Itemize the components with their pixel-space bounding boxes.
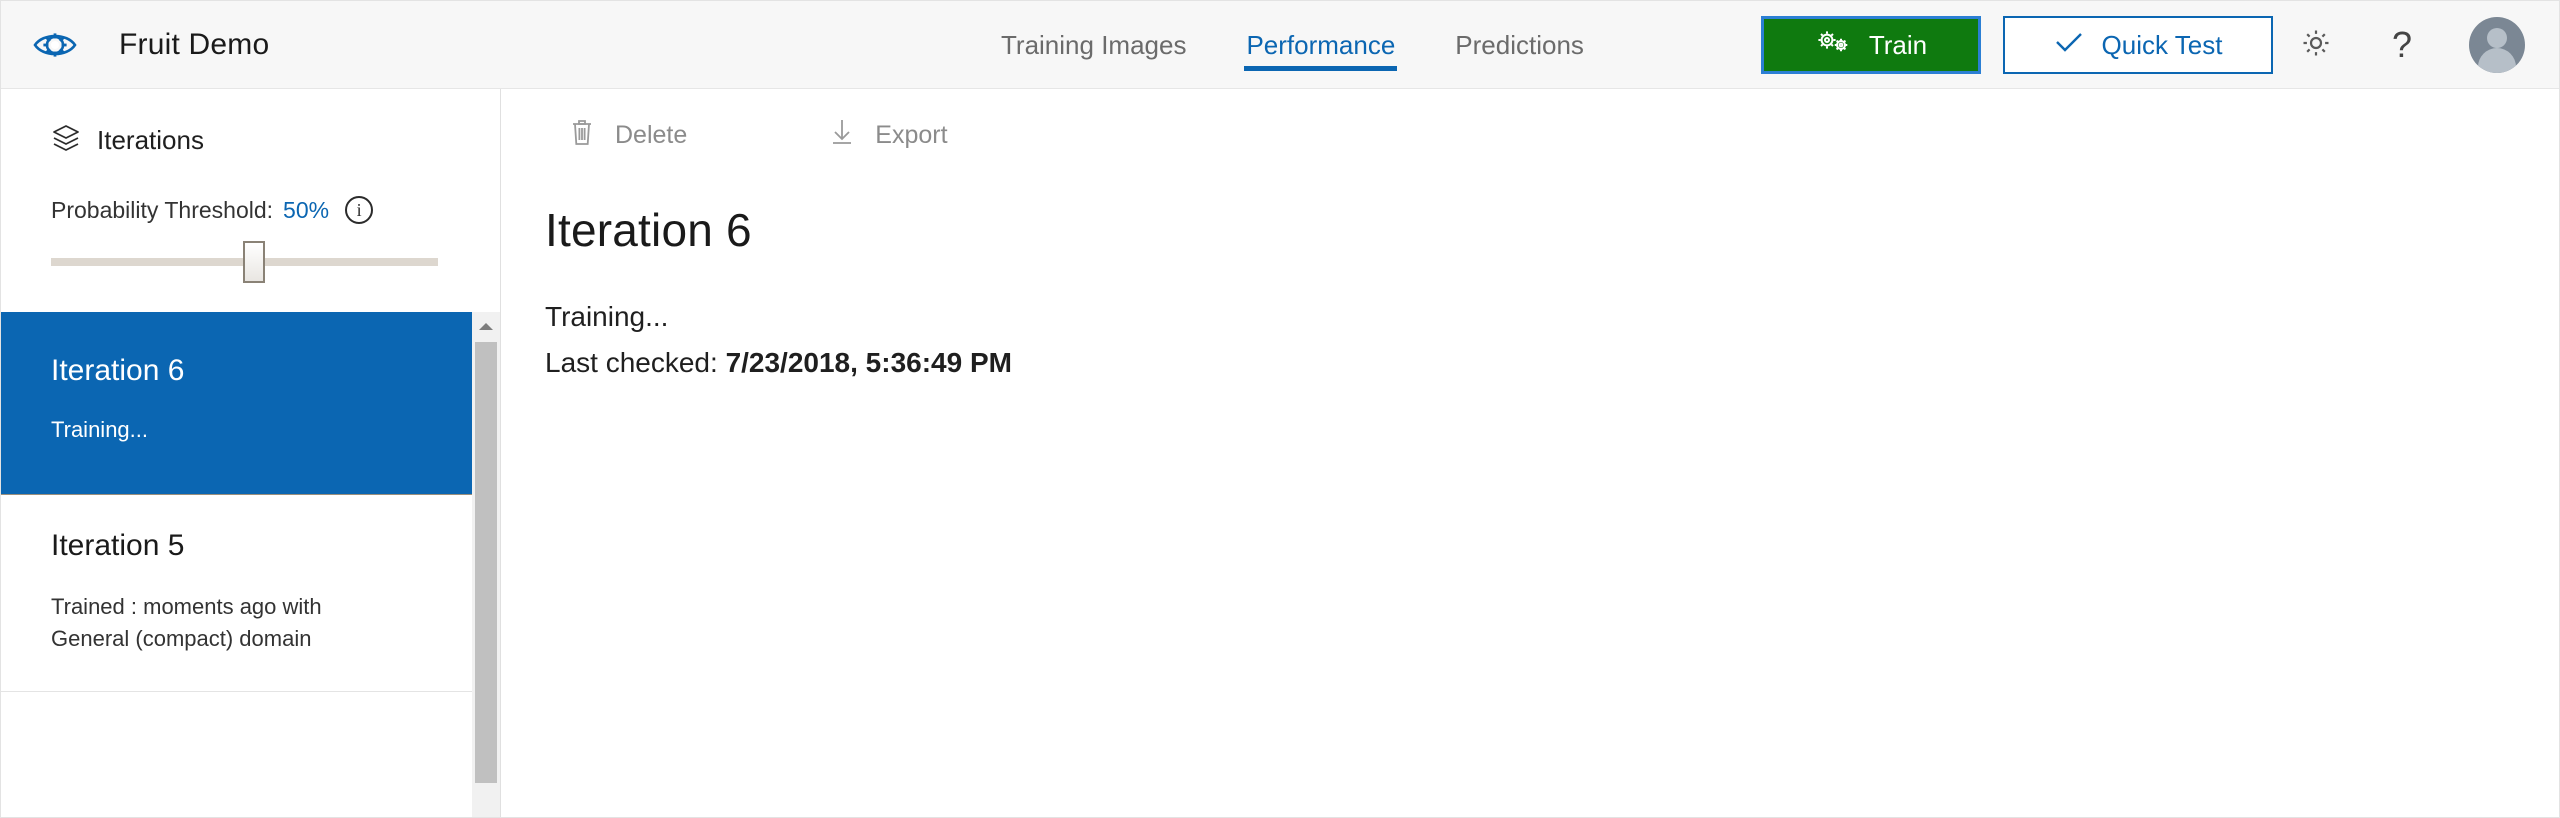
iteration-subtitle: Trained : moments ago with General (comp… bbox=[51, 593, 322, 651]
export-button[interactable]: Export bbox=[805, 107, 971, 164]
tab-label: Predictions bbox=[1455, 29, 1584, 60]
header-actions: Train Quick Test ? bbox=[1761, 1, 2531, 89]
iteration-title: Iteration 5 bbox=[51, 528, 185, 562]
tab-predictions[interactable]: Predictions bbox=[1425, 1, 1614, 89]
sidebar-title: Iterations bbox=[97, 125, 204, 155]
avatar[interactable] bbox=[2469, 17, 2525, 73]
brand: Fruit Demo bbox=[1, 19, 269, 71]
slider-thumb[interactable] bbox=[242, 241, 265, 283]
iteration-item-5[interactable]: Iteration 5 Trained : moments ago with G… bbox=[1, 494, 500, 692]
delete-button[interactable]: Delete bbox=[545, 107, 711, 164]
info-icon[interactable]: i bbox=[345, 196, 374, 224]
export-label: Export bbox=[875, 120, 948, 149]
page-title: Iteration 6 bbox=[545, 204, 752, 256]
gear-icon bbox=[2298, 25, 2334, 66]
training-status: Training... bbox=[545, 301, 669, 332]
scroll-up-arrow-icon[interactable] bbox=[472, 312, 500, 340]
iteration-subtitle: Training... bbox=[51, 417, 149, 442]
quick-test-button-label: Quick Test bbox=[2101, 29, 2223, 60]
layers-stack-icon bbox=[51, 123, 81, 158]
tab-label: Training Images bbox=[1001, 29, 1187, 60]
eye-gear-logo-icon bbox=[29, 19, 81, 71]
checkmark-icon bbox=[2054, 30, 2084, 61]
main-toolbar: Delete Export bbox=[501, 89, 2559, 181]
delete-label: Delete bbox=[615, 120, 688, 149]
iterations-list: Iteration 6 Training... Iteration 5 Trai… bbox=[1, 312, 500, 817]
download-arrow-icon bbox=[829, 117, 855, 154]
probability-threshold: Probability Threshold: 50% i bbox=[1, 158, 500, 284]
app-header: Fruit Demo Training Images Performance P… bbox=[1, 1, 2559, 89]
settings-button[interactable] bbox=[2273, 1, 2359, 89]
last-checked-label: Last checked: bbox=[545, 347, 718, 378]
scrollbar-thumb[interactable] bbox=[475, 342, 497, 783]
quick-test-button[interactable]: Quick Test bbox=[2003, 16, 2273, 74]
train-button[interactable]: Train bbox=[1761, 16, 1981, 74]
threshold-value: 50% bbox=[283, 196, 330, 223]
last-checked: Last checked: 7/23/2018, 5:36:49 PM bbox=[545, 347, 2559, 379]
train-button-label: Train bbox=[1868, 29, 1928, 60]
iterations-sidebar: Iterations Probability Threshold: 50% i … bbox=[1, 89, 501, 817]
main-nav: Training Images Performance Predictions bbox=[971, 1, 1614, 89]
main-content: Iteration 6 Training... Last checked: 7/… bbox=[501, 181, 2559, 379]
app-window: Fruit Demo Training Images Performance P… bbox=[0, 0, 2560, 818]
tab-training-images[interactable]: Training Images bbox=[971, 1, 1216, 89]
trash-icon bbox=[569, 117, 595, 154]
app-body: Iterations Probability Threshold: 50% i … bbox=[1, 89, 2559, 817]
last-checked-value: 7/23/2018, 5:36:49 PM bbox=[725, 347, 1012, 378]
iteration-title: Iteration 6 bbox=[51, 354, 185, 387]
gears-icon bbox=[1815, 27, 1851, 64]
app-title: Fruit Demo bbox=[119, 27, 270, 61]
question-mark-icon: ? bbox=[2391, 24, 2413, 65]
threshold-label-text: Probability Threshold: bbox=[51, 196, 274, 223]
iteration-item-6[interactable]: Iteration 6 Training... bbox=[1, 312, 500, 495]
help-button[interactable]: ? bbox=[2359, 1, 2445, 89]
threshold-label: Probability Threshold: 50% i bbox=[51, 196, 450, 224]
threshold-slider[interactable] bbox=[51, 238, 450, 284]
tab-performance[interactable]: Performance bbox=[1216, 1, 1425, 89]
sidebar-header: Iterations bbox=[1, 89, 500, 158]
main-panel: Delete Export Iteration 6 Training... La… bbox=[501, 89, 2559, 817]
sidebar-scrollbar[interactable] bbox=[472, 312, 500, 817]
tab-label: Performance bbox=[1246, 29, 1396, 60]
